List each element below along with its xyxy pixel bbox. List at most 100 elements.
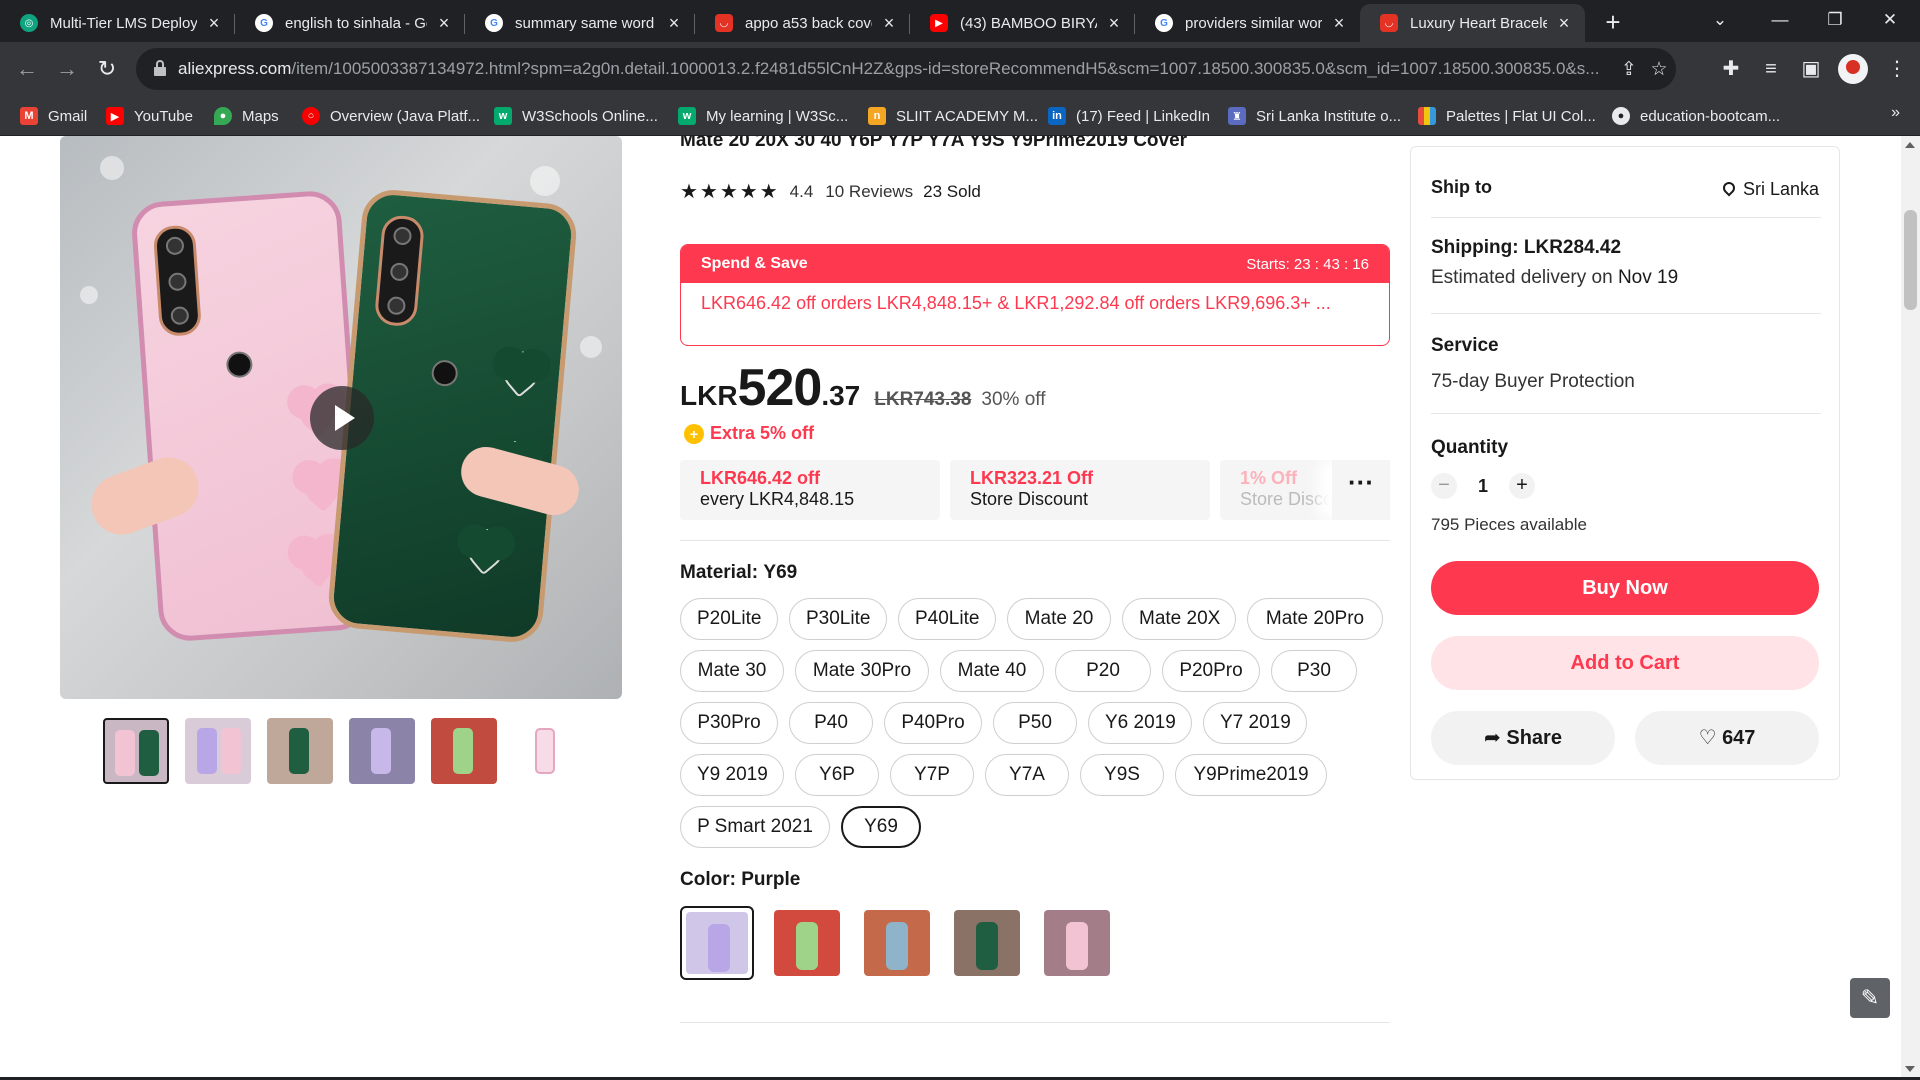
extensions-icon[interactable]: ✚ (1714, 52, 1748, 86)
minimize-icon[interactable]: — (1750, 0, 1810, 42)
restore-icon[interactable]: ❐ (1805, 0, 1865, 42)
lock-icon[interactable] (154, 60, 166, 76)
material-option[interactable]: Y9S (1080, 754, 1164, 796)
bookmark-gmail[interactable]: M Gmail (20, 96, 87, 136)
side-panel-icon[interactable]: ▣ (1794, 52, 1828, 86)
bookmark-w3schools[interactable]: w W3Schools Online... (494, 96, 658, 136)
buy-now-button[interactable]: Buy Now (1431, 561, 1819, 615)
thumbnail[interactable] (185, 718, 251, 784)
thumbnail[interactable] (431, 718, 497, 784)
material-option-selected[interactable]: Y69 (841, 806, 921, 848)
reload-icon[interactable]: ↻ (90, 52, 124, 86)
browser-tab[interactable]: ▶ (43) BAMBOO BIRYAN × (910, 4, 1135, 42)
color-swatch-selected[interactable] (680, 906, 754, 980)
menu-kebab-icon[interactable]: ⋮ (1880, 52, 1914, 86)
material-option[interactable]: P40Lite (898, 598, 996, 640)
new-tab-button[interactable]: + (1597, 6, 1629, 38)
coupon-card[interactable]: LKR323.21 Off Store Discount (950, 460, 1210, 520)
material-option[interactable]: Y7 2019 (1203, 702, 1307, 744)
close-icon[interactable]: × (1105, 13, 1123, 34)
bookmark-star-icon[interactable]: ☆ (1646, 57, 1672, 83)
browser-tab[interactable]: G summary same word × (465, 4, 695, 42)
browser-tab[interactable]: ◡ appo a53 back cover × (695, 4, 910, 42)
material-option[interactable]: P30Pro (680, 702, 778, 744)
color-swatch[interactable] (770, 906, 844, 980)
thumbnail[interactable] (267, 718, 333, 784)
browser-tab[interactable]: ◎ Multi-Tier LMS Deploy × (0, 4, 235, 42)
share-button[interactable]: ➦ Share (1431, 711, 1615, 765)
url-text[interactable]: aliexpress.com/item/1005003387134972.htm… (178, 59, 1658, 79)
color-swatch[interactable] (950, 906, 1024, 980)
play-video-button[interactable] (310, 386, 374, 450)
material-option[interactable]: P50 (993, 702, 1077, 744)
wishlist-button[interactable]: ♡ 647 (1635, 711, 1819, 765)
material-option[interactable]: Mate 30Pro (795, 650, 929, 692)
material-option[interactable]: Mate 20 (1007, 598, 1111, 640)
material-option[interactable]: P20Pro (1162, 650, 1260, 692)
quantity-value[interactable]: 1 (1457, 476, 1509, 497)
material-option[interactable]: P30Lite (789, 598, 887, 640)
material-option[interactable]: Mate 20X (1122, 598, 1236, 640)
page-scrollbar[interactable] (1901, 136, 1920, 1080)
material-option[interactable]: Y6 2019 (1088, 702, 1192, 744)
forward-icon[interactable]: → (50, 52, 84, 86)
material-option[interactable]: Mate 30 (680, 650, 784, 692)
thumbnail[interactable] (103, 718, 169, 784)
back-icon[interactable]: ← (10, 52, 44, 86)
address-bar[interactable]: aliexpress.com/item/1005003387134972.htm… (136, 48, 1676, 90)
browser-tab[interactable]: G providers similar word × (1135, 4, 1360, 42)
browser-tab[interactable]: G english to sinhala - Go × (235, 4, 465, 42)
material-option[interactable]: Mate 20Pro (1247, 598, 1383, 640)
material-option[interactable]: P30 (1271, 650, 1357, 692)
material-option[interactable]: Y7P (890, 754, 974, 796)
close-icon[interactable]: × (435, 13, 453, 34)
bookmark-youtube[interactable]: ▶ YouTube (106, 96, 193, 136)
close-icon[interactable]: × (880, 13, 898, 34)
material-option[interactable]: Mate 40 (940, 650, 1044, 692)
bookmark-java-docs[interactable]: ○ Overview (Java Platf... (302, 96, 480, 136)
material-option[interactable]: Y6P (795, 754, 879, 796)
color-swatch[interactable] (860, 906, 934, 980)
media-control-icon[interactable]: ≡ (1754, 52, 1788, 86)
coupon-card[interactable]: 1% Off Store Discount (1220, 460, 1340, 520)
window-close-icon[interactable]: ✕ (1860, 0, 1920, 42)
spend-save-promo[interactable]: Spend & Save Starts: 23 : 43 : 16 LKR646… (680, 244, 1390, 346)
material-option[interactable]: P40 (789, 702, 873, 744)
browser-tab-active[interactable]: ◡ Luxury Heart Bracelet × (1360, 4, 1585, 42)
bookmark-linkedin[interactable]: in (17) Feed | LinkedIn (1048, 96, 1210, 136)
bookmark-sliit-academy[interactable]: n SLIIT ACADEMY M... (868, 96, 1038, 136)
close-icon[interactable]: × (1330, 13, 1348, 34)
product-main-image[interactable] (60, 136, 622, 699)
quantity-increase-button[interactable]: + (1509, 473, 1535, 499)
material-option[interactable]: P40Pro (884, 702, 982, 744)
close-icon[interactable]: × (665, 13, 683, 34)
tab-search-icon[interactable]: ⌄ (1690, 0, 1750, 42)
profile-avatar[interactable] (1838, 54, 1868, 84)
thumbnail[interactable] (513, 718, 579, 784)
bookmark-w3schools-learning[interactable]: w My learning | W3Sc... (678, 96, 848, 136)
scroll-up-arrow[interactable] (1905, 142, 1915, 148)
bookmark-maps[interactable]: ● Maps (214, 96, 279, 136)
material-option[interactable]: Y7A (985, 754, 1069, 796)
share-page-icon[interactable]: ⇪ (1616, 57, 1642, 83)
add-to-cart-button[interactable]: Add to Cart (1431, 636, 1819, 690)
thumbnail[interactable] (349, 718, 415, 784)
material-option[interactable]: P20Lite (680, 598, 778, 640)
bookmark-sliit[interactable]: ♜ Sri Lanka Institute o... (1228, 96, 1401, 136)
close-icon[interactable]: × (205, 13, 223, 34)
material-option[interactable]: Y9 2019 (680, 754, 784, 796)
material-option[interactable]: Y9Prime2019 (1175, 754, 1327, 796)
material-option[interactable]: P20 (1055, 650, 1151, 692)
material-option[interactable]: P Smart 2021 (680, 806, 830, 848)
bookmark-github[interactable]: ● education-bootcam... (1612, 96, 1780, 136)
more-coupons-button[interactable]: ··· (1332, 460, 1390, 520)
coupon-card[interactable]: LKR646.42 off every LKR4,848.15 (680, 460, 940, 520)
reviews-link[interactable]: 10 Reviews (825, 182, 913, 202)
color-swatch[interactable] (1040, 906, 1114, 980)
scroll-thumb[interactable] (1904, 210, 1917, 310)
bookmark-flatui[interactable]: Palettes | Flat UI Col... (1418, 96, 1596, 136)
edit-pen-icon[interactable]: ✎ (1850, 978, 1890, 1018)
quantity-decrease-button[interactable]: − (1431, 473, 1457, 499)
close-icon[interactable]: × (1555, 13, 1573, 34)
scroll-down-arrow[interactable] (1905, 1066, 1915, 1072)
